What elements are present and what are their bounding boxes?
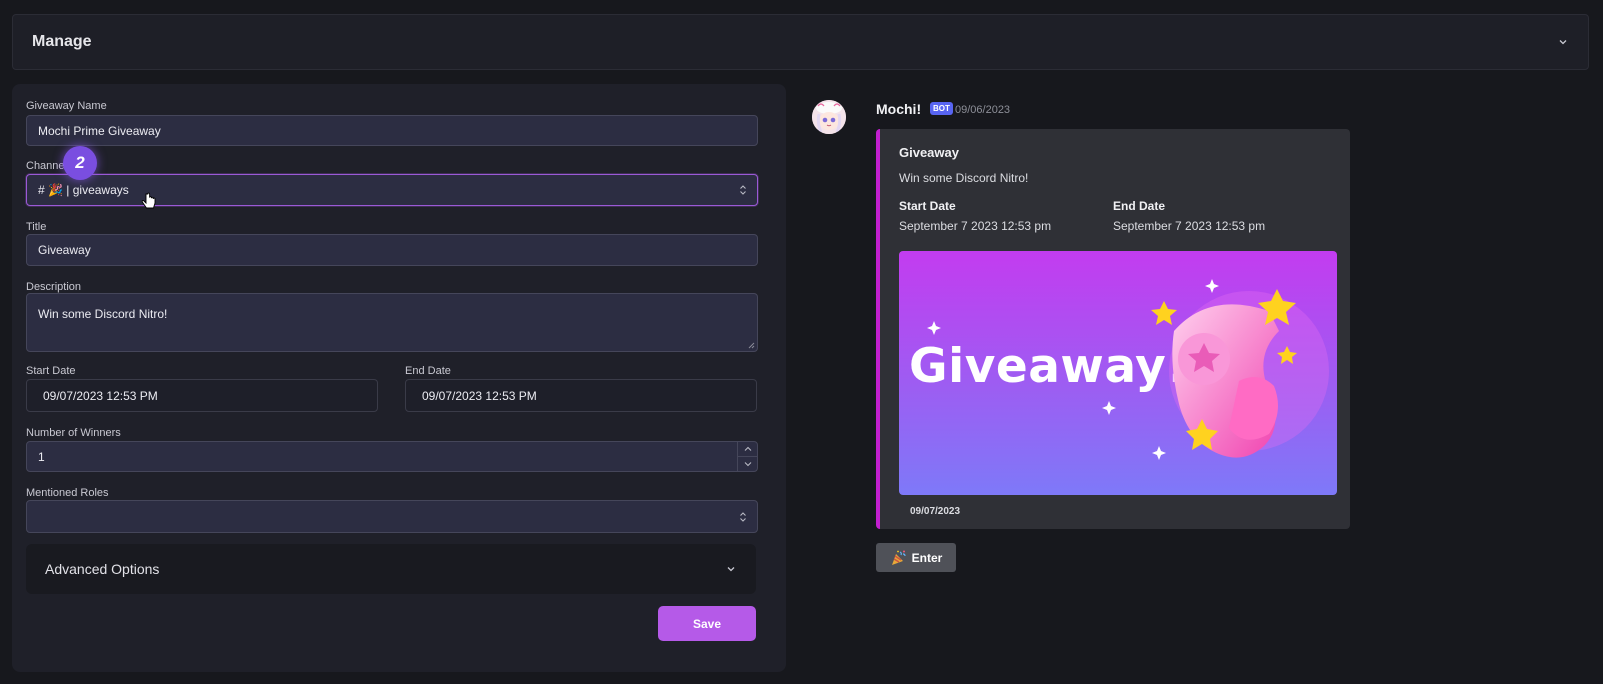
hand-cursor-icon <box>141 192 156 209</box>
giveaway-embed: Giveaway Win some Discord Nitro! Start D… <box>876 129 1350 529</box>
advanced-options-label: Advanced Options <box>45 561 160 577</box>
start-date-label: Start Date <box>26 365 76 377</box>
description-label: Description <box>26 281 82 293</box>
mentioned-roles-label: Mentioned Roles <box>26 487 109 499</box>
embed-end-label: End Date <box>1113 199 1166 213</box>
resize-grip-icon[interactable] <box>748 342 755 349</box>
end-date-value: 09/07/2023 12:53 PM <box>422 388 537 403</box>
channel-value: # 🎉 | giveaways <box>38 183 129 197</box>
winners-value: 1 <box>38 449 45 464</box>
mochi-avatar-icon <box>812 100 846 134</box>
embed-footer-date: 09/07/2023 <box>910 506 961 517</box>
ticket-stars-illustration <box>927 279 1329 460</box>
description-textarea[interactable]: Win some Discord Nitro! <box>26 293 758 352</box>
bot-name: Mochi! <box>876 101 922 117</box>
giveaway-name-label: Giveaway Name <box>26 100 107 112</box>
select-arrows-icon <box>740 185 746 195</box>
chevron-up-icon <box>744 446 751 451</box>
avatar <box>812 100 846 134</box>
party-popper-icon <box>891 550 906 565</box>
winners-stepper[interactable] <box>737 442 757 471</box>
save-button[interactable]: Save <box>658 606 756 641</box>
step-badge: 2 <box>63 146 97 180</box>
giveaway-name-value: Mochi Prime Giveaway <box>38 123 161 138</box>
mentioned-roles-select[interactable] <box>26 500 758 533</box>
end-date-label: End Date <box>405 365 451 377</box>
manage-accordion[interactable]: Manage <box>12 14 1589 70</box>
start-date-input[interactable]: 09/07/2023 12:53 PM <box>26 379 378 412</box>
winners-label: Number of Winners <box>26 427 121 439</box>
title-value: Giveaway <box>38 243 91 257</box>
embed-title: Giveaway <box>899 145 959 160</box>
winners-number-input[interactable]: 1 <box>26 441 758 472</box>
title-label: Title <box>26 221 47 233</box>
select-arrows-icon <box>740 511 746 522</box>
title-input[interactable]: Giveaway <box>26 234 758 266</box>
giveaway-form: Giveaway Name Mochi Prime Giveaway Chann… <box>12 84 786 672</box>
embed-start-label: Start Date <box>899 199 956 213</box>
embed-description: Win some Discord Nitro! <box>899 171 1029 185</box>
embed-end-value: September 7 2023 12:53 pm <box>1113 219 1266 233</box>
chevron-down-icon <box>727 567 735 572</box>
start-date-value: 09/07/2023 12:53 PM <box>43 388 158 403</box>
increment-button[interactable] <box>738 442 757 457</box>
advanced-options-accordion[interactable]: Advanced Options <box>26 544 756 594</box>
manage-title: Manage <box>32 33 92 50</box>
end-date-input[interactable]: 09/07/2023 12:53 PM <box>405 379 757 412</box>
channel-label: Channel <box>26 160 67 172</box>
embed-start-value: September 7 2023 12:53 pm <box>899 219 1052 233</box>
description-value: Win some Discord Nitro! <box>38 307 168 321</box>
giveaway-name-input[interactable]: Mochi Prime Giveaway <box>26 115 758 146</box>
chevron-down-icon <box>744 462 751 467</box>
bot-tag: BOT <box>930 102 953 115</box>
decrement-button[interactable] <box>738 457 757 471</box>
chevron-down-icon <box>1559 40 1567 45</box>
giveaway-banner-image: Giveaway! <box>899 251 1337 495</box>
post-date: 09/06/2023 <box>955 104 1011 116</box>
channel-select[interactable]: # 🎉 | giveaways <box>26 174 758 206</box>
enter-label: Enter <box>911 550 943 565</box>
enter-button[interactable]: Enter <box>876 543 956 572</box>
